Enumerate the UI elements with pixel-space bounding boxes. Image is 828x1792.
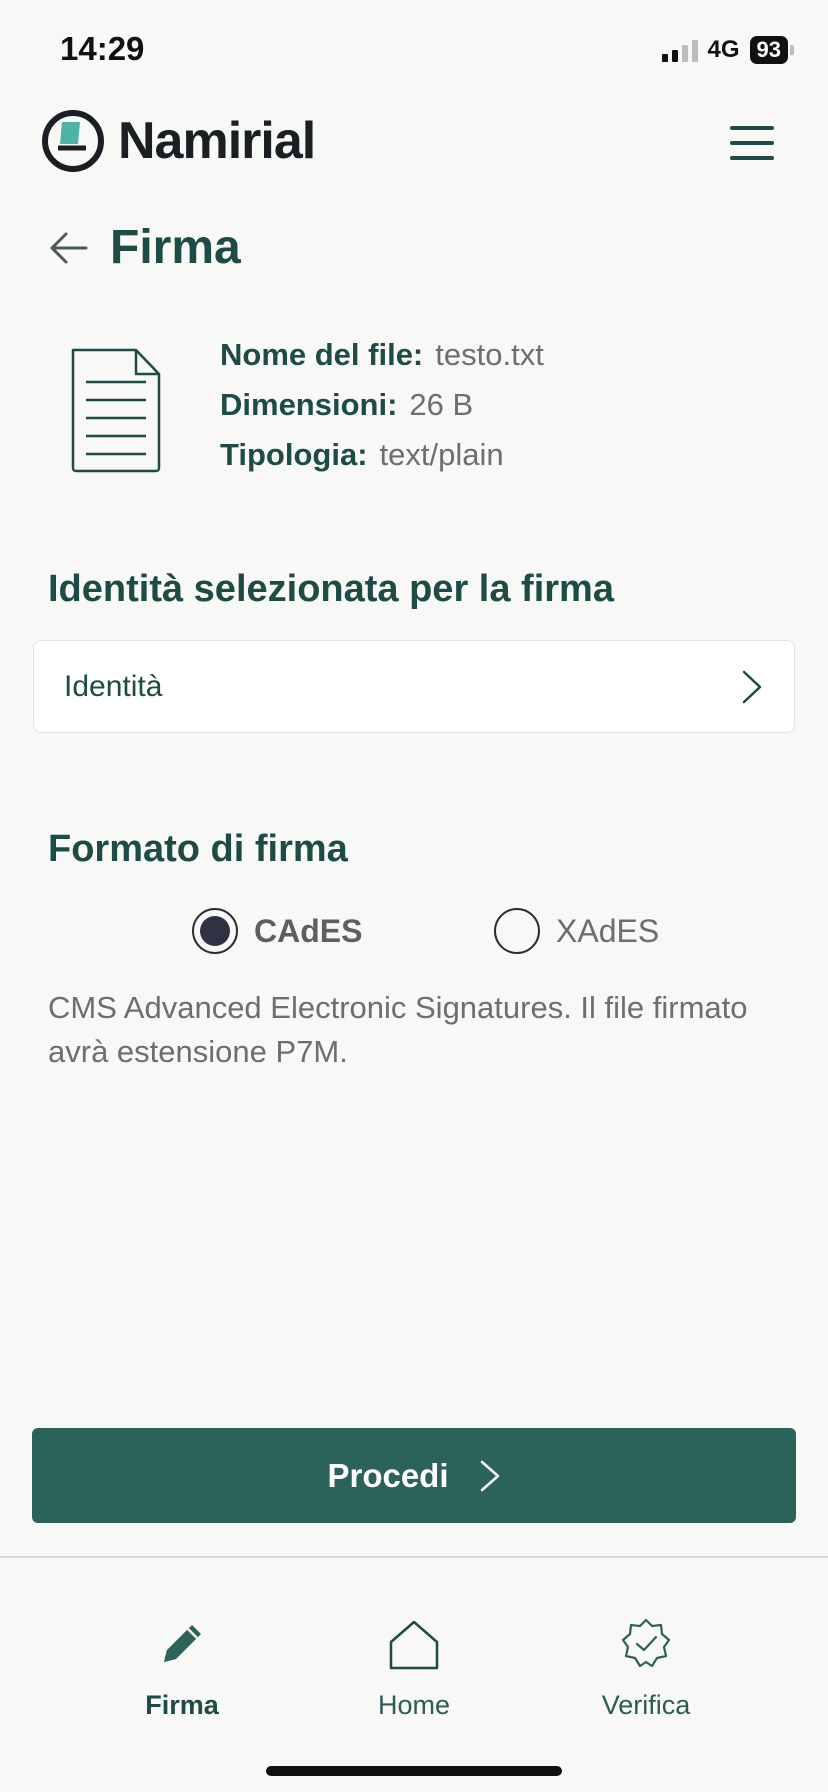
file-type-row: Tipologia: text/plain	[220, 430, 544, 480]
home-indicator[interactable]	[266, 1766, 562, 1776]
file-type-label: Tipologia:	[220, 437, 368, 472]
tab-home-label: Home	[377, 1690, 451, 1720]
file-info: Nome del file: testo.txt Dimensioni: 26 …	[70, 330, 544, 480]
signal-icon	[661, 38, 698, 62]
bottom-tab-bar: Firma Home Verifica	[0, 1558, 828, 1792]
identity-section-title: Identità selezionata per la firma	[48, 568, 614, 610]
battery-icon: 93	[749, 36, 794, 64]
radio-cades[interactable]: CAdES	[192, 908, 362, 954]
radio-cades-label: CAdES	[254, 912, 363, 949]
radio-xades-circle[interactable]	[494, 908, 540, 954]
document-icon	[71, 348, 161, 473]
file-type-value: text/plain	[379, 437, 504, 472]
logo-text: Namirial	[118, 112, 316, 170]
app-header: Namirial	[0, 100, 828, 200]
namirial-logo-icon	[42, 110, 104, 172]
tab-firma-label: Firma	[145, 1690, 219, 1720]
page-title-row: Firma	[46, 220, 241, 275]
format-description: CMS Advanced Electronic Signatures. Il f…	[48, 990, 748, 1069]
radio-cades-circle[interactable]	[192, 908, 238, 954]
home-icon	[389, 1620, 439, 1670]
battery-level: 93	[749, 36, 788, 64]
signature-format-radio-group: CAdES XAdES	[0, 908, 828, 958]
proceed-button[interactable]: Procedi	[32, 1428, 796, 1523]
file-size-value: 26 B	[409, 387, 474, 422]
namirial-logo: Namirial	[40, 108, 316, 174]
tab-verifica[interactable]: Verifica	[546, 1616, 746, 1721]
tab-verifica-label: Verifica	[601, 1690, 691, 1720]
file-size-label: Dimensioni:	[220, 387, 398, 422]
tab-home[interactable]: Home	[314, 1616, 514, 1721]
identity-label: Identità	[64, 669, 163, 703]
chevron-right-icon	[480, 1460, 499, 1491]
verified-badge-icon	[621, 1618, 671, 1668]
status-indicators: 4G 93	[661, 36, 794, 64]
chevron-right-icon	[742, 670, 762, 703]
tab-firma[interactable]: Firma	[82, 1616, 282, 1721]
hamburger-menu-icon[interactable]	[730, 126, 774, 160]
file-name-label: Nome del file:	[220, 337, 424, 372]
identity-selector[interactable]: Identità	[33, 640, 795, 733]
proceed-label: Procedi	[327, 1456, 449, 1494]
network-type: 4G	[707, 36, 740, 63]
status-bar: 14:29 4G 93	[0, 0, 828, 100]
pencil-icon	[164, 1625, 201, 1662]
format-section-title: Formato di firma	[48, 828, 348, 870]
radio-xades[interactable]: XAdES	[494, 908, 659, 954]
back-arrow-icon[interactable]	[46, 226, 90, 270]
page-title: Firma	[110, 221, 241, 274]
file-details: Nome del file: testo.txt Dimensioni: 26 …	[220, 330, 544, 480]
file-name-row: Nome del file: testo.txt	[220, 330, 544, 380]
radio-xades-label: XAdES	[556, 912, 660, 949]
file-size-row: Dimensioni: 26 B	[220, 380, 544, 430]
status-time: 14:29	[60, 30, 145, 67]
file-name-value: testo.txt	[435, 337, 544, 372]
